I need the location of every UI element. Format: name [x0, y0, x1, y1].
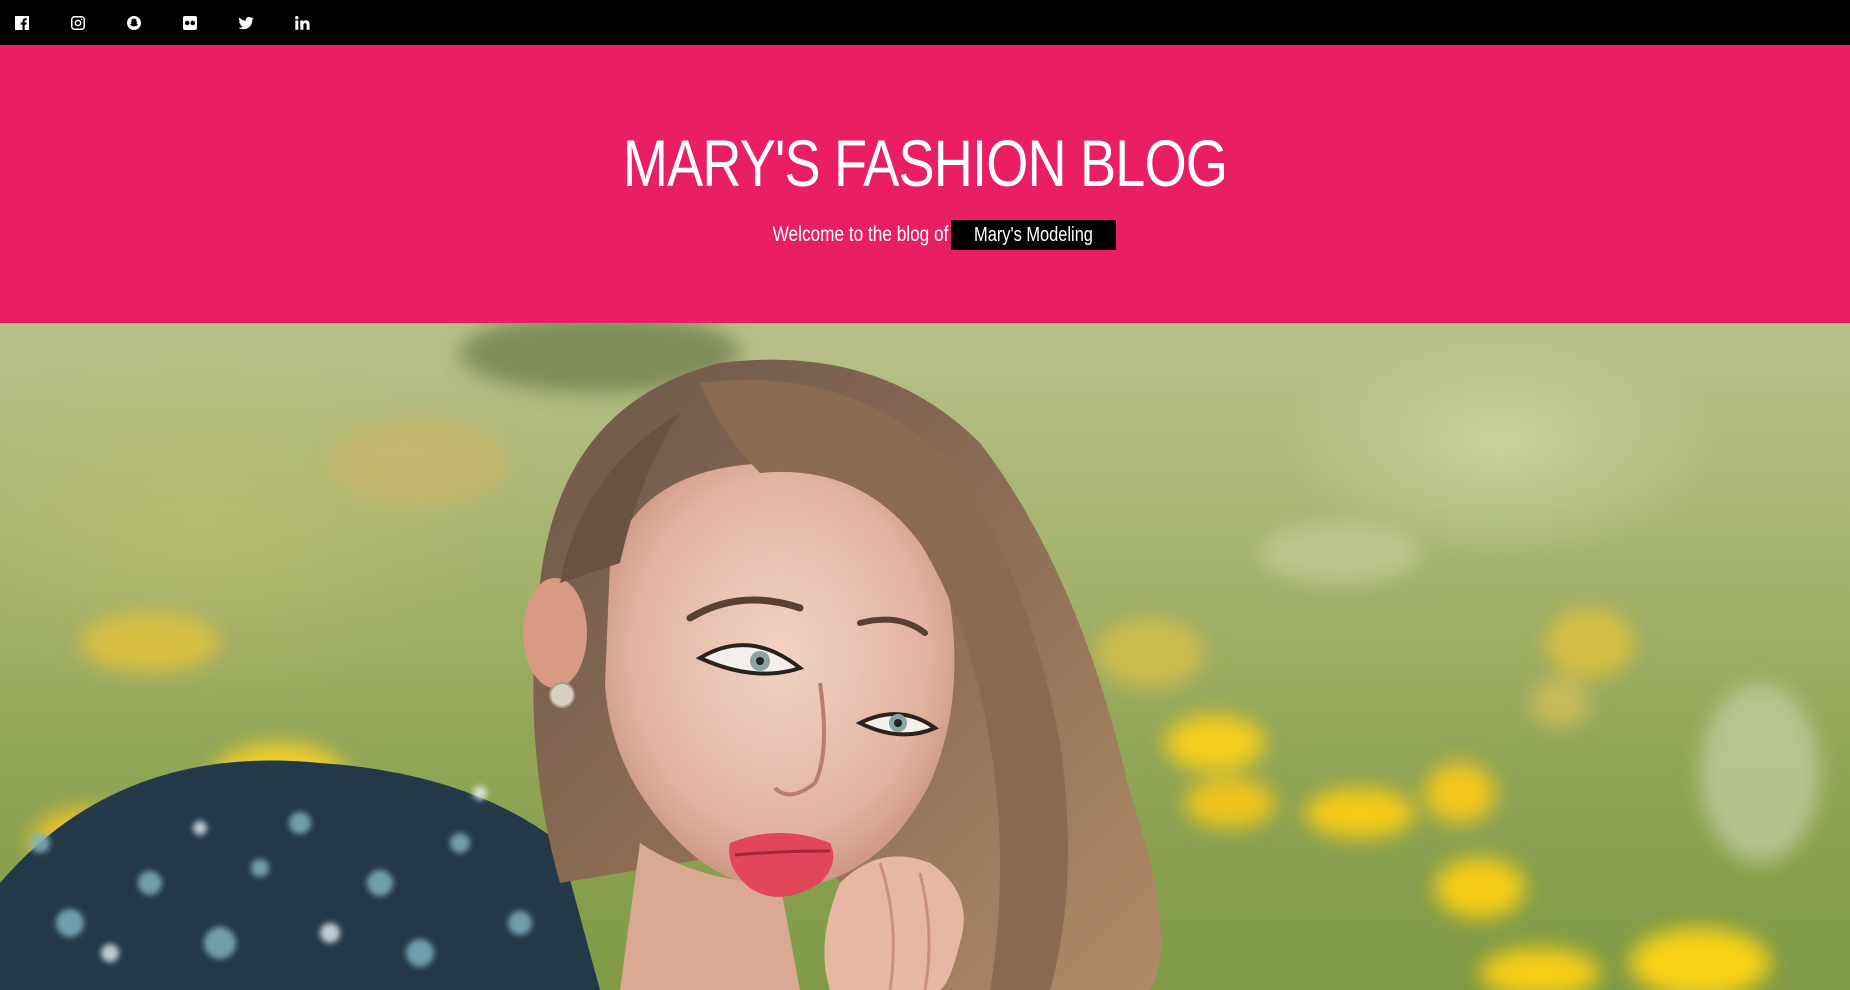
- instagram-icon: [71, 15, 85, 30]
- twitter-link[interactable]: [238, 0, 294, 45]
- facebook-link[interactable]: [14, 0, 70, 45]
- blouse: [0, 760, 600, 990]
- facebook-icon: [15, 15, 29, 30]
- brand-link[interactable]: Mary's Modeling: [951, 220, 1117, 250]
- hero-photo: [0, 323, 1820, 990]
- site-title: MARY'S FASHION BLOG: [622, 126, 1228, 200]
- hero-image: [0, 323, 1850, 990]
- ear: [523, 578, 587, 688]
- site-header: MARY'S FASHION BLOG Welcome to the blog …: [0, 45, 1850, 323]
- social-links: [14, 0, 350, 45]
- twitter-icon: [238, 16, 254, 29]
- flickr-link[interactable]: [182, 0, 238, 45]
- linkedin-icon: [295, 15, 310, 30]
- earring: [549, 682, 575, 708]
- tagline-text: Welcome to the blog of: [772, 223, 949, 246]
- snapchat-icon: [127, 15, 141, 30]
- flickr-icon: [183, 15, 197, 30]
- snapchat-link[interactable]: [126, 0, 182, 45]
- brand-link-label: Mary's Modeling: [974, 224, 1094, 246]
- linkedin-link[interactable]: [294, 0, 350, 45]
- instagram-link[interactable]: [70, 0, 126, 45]
- site-tagline: Welcome to the blog of Mary's Modeling: [0, 220, 1850, 250]
- top-bar: [0, 0, 1850, 45]
